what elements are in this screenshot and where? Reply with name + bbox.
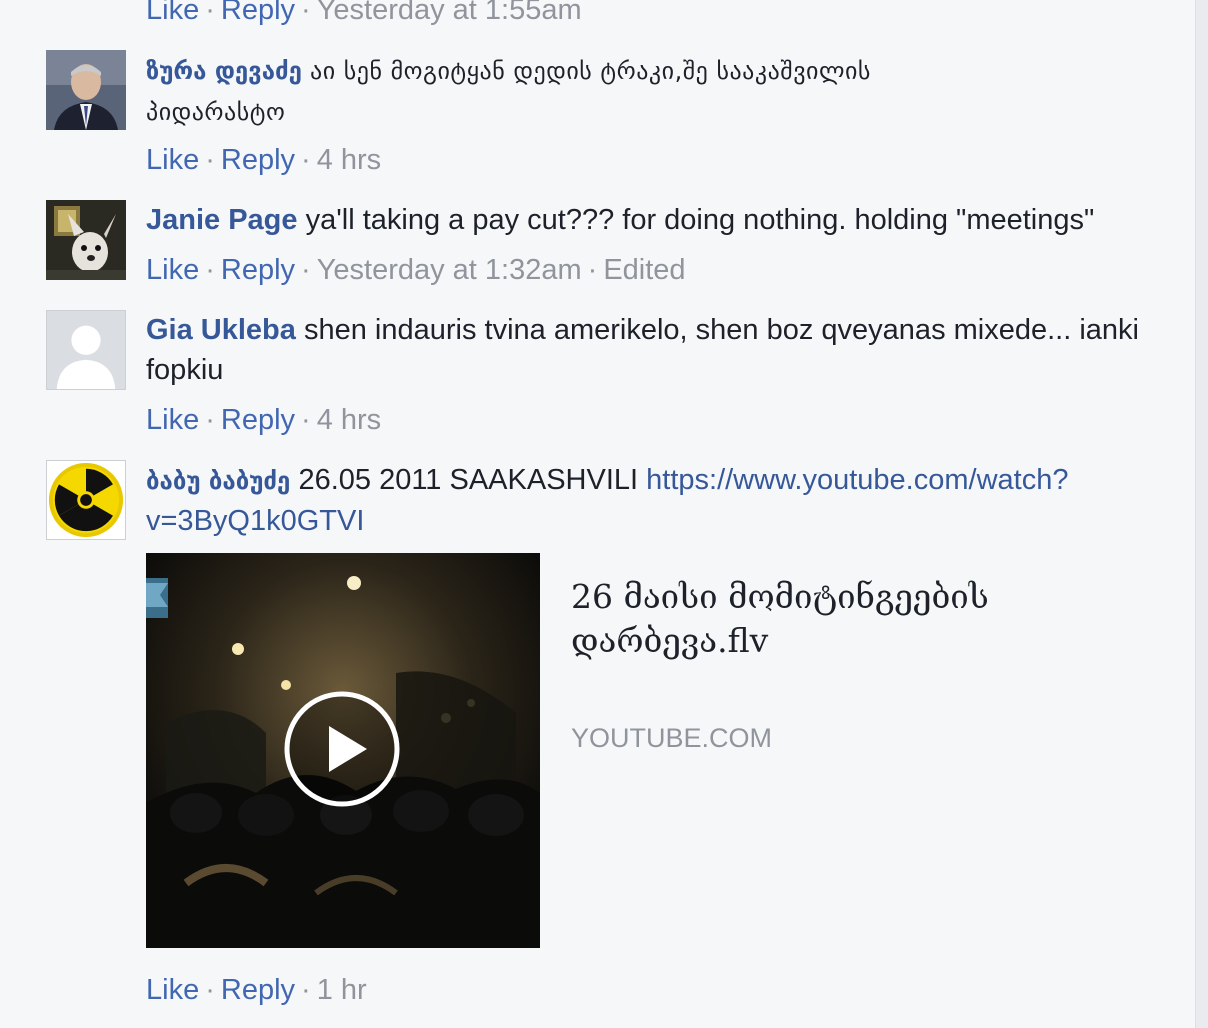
comment-body: ზურა დევაძე აი სენ მოგიტყან დედის ტრაკი,…	[146, 50, 1186, 132]
play-button[interactable]	[283, 690, 401, 808]
avatar[interactable]	[46, 200, 126, 280]
avatar[interactable]	[46, 460, 126, 540]
comment-timestamp[interactable]: 4 hrs	[317, 404, 381, 436]
like-link[interactable]: Like	[146, 0, 199, 26]
edited-label[interactable]: Edited	[603, 254, 685, 286]
comment-text: ya'll taking a pay cut??? for doing noth…	[305, 204, 1095, 236]
like-link[interactable]: Like	[146, 254, 199, 286]
youtube-link-part2[interactable]: v=3ByQ1k0GTVI	[146, 505, 364, 537]
reply-link[interactable]: Reply	[221, 254, 295, 286]
comment-timestamp[interactable]: Yesterday at 1:32am	[317, 254, 582, 286]
comment-author[interactable]: Janie Page	[146, 204, 298, 236]
comment-body: Gia Ukleba shen indauris tvina amerikelo…	[146, 310, 1186, 390]
comment-actions: Like · Reply · 1 hr	[146, 974, 367, 1006]
comment-actions: Like · Reply · 4 hrs	[146, 404, 382, 436]
comment-text: აი სენ მოგიტყან დედის ტრაკი,შე სააკაშვილ…	[310, 57, 871, 85]
default-person-icon	[47, 311, 125, 389]
comment-actions-previous: Like · Reply · Yesterday at 1:55am	[146, 0, 582, 30]
man-portrait-icon	[46, 50, 126, 130]
reply-link[interactable]: Reply	[221, 974, 295, 1006]
reply-link[interactable]: Reply	[221, 0, 295, 26]
comment-gia: Gia Ukleba shen indauris tvina amerikelo…	[46, 310, 1186, 440]
youtube-link-part1[interactable]: https://www.youtube.com/watch?	[646, 464, 1068, 496]
comment-janie: Janie Page ya'll taking a pay cut??? for…	[46, 200, 1186, 290]
like-link[interactable]: Like	[146, 404, 199, 436]
comment-text-cont: fopkiu	[146, 354, 224, 386]
preview-title-line2[interactable]: დარბევა.flv	[571, 621, 768, 660]
comment-body: ბაბუ ბაბუძე 26.05 2011 SAAKASHVILI https…	[146, 460, 1186, 541]
preview-title-line1[interactable]: 26 მაისი მომიტინგეების	[571, 577, 989, 616]
like-link[interactable]: Like	[146, 144, 199, 176]
comment-timestamp[interactable]: 4 hrs	[317, 144, 381, 176]
dog-photo-icon	[46, 200, 126, 280]
comment-actions: Like · Reply · Yesterday at 1:32am · Edited	[146, 254, 686, 286]
link-preview[interactable]: 26 მაისი მომიტინგეების დარბევა.flv YOUTU…	[146, 553, 1186, 948]
like-link[interactable]: Like	[146, 974, 199, 1006]
comment-timestamp[interactable]: Yesterday at 1:55am	[317, 0, 582, 26]
comment-author[interactable]: ბაბუ ბაბუძე	[146, 467, 290, 495]
comment-author[interactable]: Gia Ukleba	[146, 314, 296, 346]
avatar[interactable]	[46, 50, 126, 130]
preview-title[interactable]: 26 მაისი მომიტინგეების დარბევა.flv	[571, 575, 1171, 663]
radiation-icon	[47, 461, 125, 539]
reply-link[interactable]: Reply	[221, 144, 295, 176]
comment-text-cont: პიდარასტო	[146, 98, 286, 126]
play-icon	[284, 691, 400, 807]
comment-actions: Like · Reply · 4 hrs	[146, 144, 382, 176]
comment-body: Janie Page ya'll taking a pay cut??? for…	[146, 200, 1186, 240]
reply-link[interactable]: Reply	[221, 404, 295, 436]
comment-zura: ზურა დევაძე აი სენ მოგიტყან დედის ტრაკი,…	[46, 50, 1186, 190]
comment-text: 26.05 2011 SAAKASHVILI	[298, 464, 639, 496]
avatar[interactable]	[46, 310, 126, 390]
video-thumbnail[interactable]	[146, 553, 540, 948]
comment-text: shen indauris tvina amerikelo, shen boz …	[303, 314, 1139, 346]
page-edge	[1195, 0, 1208, 1028]
comment-timestamp[interactable]: 1 hr	[317, 974, 367, 1006]
preview-domain: YOUTUBE.COM	[571, 723, 773, 753]
comment-author[interactable]: ზურა დევაძე	[146, 57, 302, 85]
